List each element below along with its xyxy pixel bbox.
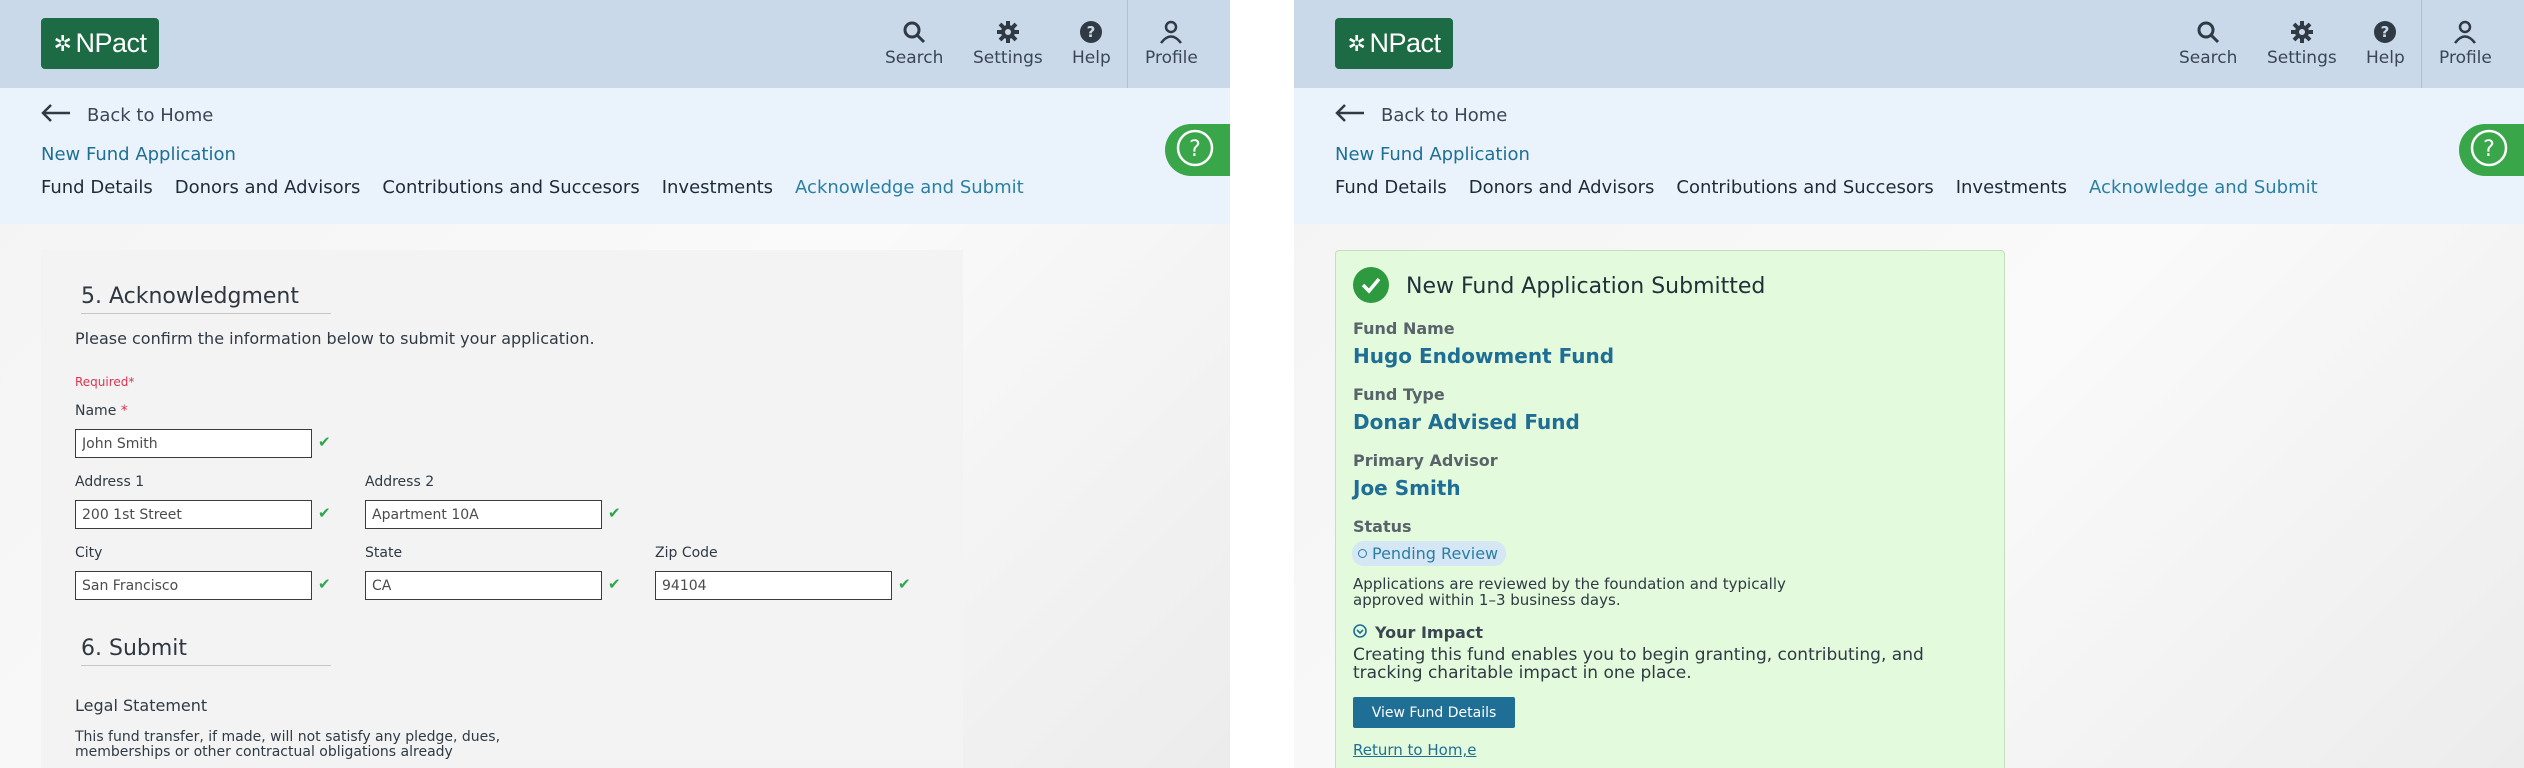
settings-button[interactable]: Settings: [973, 18, 1043, 70]
help-fab[interactable]: ?: [1165, 124, 1230, 176]
check-icon: ✔: [608, 575, 621, 593]
svg-text:?: ?: [2483, 137, 2495, 162]
impact-heading: Your Impact: [1353, 623, 1483, 642]
settings-button[interactable]: Settings: [2267, 18, 2337, 70]
search-button[interactable]: Search: [2179, 18, 2237, 70]
state-label: State: [365, 545, 403, 561]
tab-donors-and-advisors[interactable]: Donors and Advisors: [175, 177, 361, 198]
tab-contributions-and-successors[interactable]: Contributions and Succesors: [1676, 177, 1933, 198]
address2-label: Address 2: [365, 474, 435, 490]
back-to-home-link[interactable]: Back to Home: [41, 103, 213, 128]
nav-divider: [2421, 0, 2422, 88]
address2-field[interactable]: [365, 500, 602, 529]
name-field[interactable]: [75, 429, 312, 458]
instruction-text: Please confirm the information below to …: [75, 329, 595, 348]
help-button[interactable]: ? Help: [2366, 18, 2405, 70]
nav-divider: [1127, 0, 1128, 88]
impact-text: Creating this fund enables you to begin …: [1353, 645, 1924, 683]
zip-field[interactable]: [655, 571, 892, 600]
person-icon: [1159, 18, 1183, 46]
arrow-left-icon: [1335, 103, 1365, 128]
tab-donors-and-advisors[interactable]: Donors and Advisors: [1469, 177, 1655, 198]
zip-label: Zip Code: [655, 545, 718, 561]
name-label: Name *: [75, 403, 128, 419]
npact-logo[interactable]: ✲ NPact: [41, 18, 159, 69]
svg-text:?: ?: [1087, 23, 1096, 41]
submission-success-card: New Fund Application Submitted Fund Name…: [1335, 250, 2005, 768]
primary-advisor-value: Joe Smith: [1353, 476, 1461, 500]
top-bar: ✲ NPact Search Settings ? Help Profile: [1294, 0, 2524, 88]
address1-label: Address 1: [75, 474, 145, 490]
city-field[interactable]: [75, 571, 312, 600]
question-icon: ?: [1079, 18, 1103, 46]
required-note: Required*: [75, 375, 135, 389]
checkmark-circle-icon: [1353, 267, 1389, 303]
return-to-home-link[interactable]: Return to Hom,e: [1353, 741, 1476, 759]
tab-acknowledge-and-submit[interactable]: Acknowledge and Submit: [2089, 177, 2318, 198]
arrow-left-icon: [41, 103, 71, 128]
top-bar: ✲ NPact Search Settings ? Help Profile: [0, 0, 1230, 88]
page-title: New Fund Application: [1335, 144, 1530, 165]
address1-field[interactable]: [75, 500, 312, 529]
check-icon: ✔: [898, 575, 911, 593]
tab-fund-details[interactable]: Fund Details: [1335, 177, 1447, 198]
page-title: New Fund Application: [41, 144, 236, 165]
question-icon: ?: [2373, 18, 2397, 46]
submission-confirmation-screen: ✲ NPact Search Settings ? Help Profile B…: [1294, 0, 2524, 768]
help-fab[interactable]: ?: [2459, 124, 2524, 176]
fund-name-value: Hugo Endowment Fund: [1353, 344, 1615, 368]
legal-statement-text: This fund transfer, if made, will not sa…: [75, 729, 501, 760]
clock-icon: [1358, 549, 1367, 558]
status-label: Status: [1353, 517, 1412, 536]
check-icon: ✔: [318, 575, 331, 593]
section-divider: [81, 665, 331, 666]
fund-type-value: Donar Advised Fund: [1353, 410, 1580, 434]
gear-icon: [996, 18, 1020, 46]
fund-name-label: Fund Name: [1353, 319, 1455, 338]
legal-statement-title: Legal Statement: [75, 696, 208, 715]
npact-logo[interactable]: ✲ NPact: [1335, 18, 1453, 69]
leaf-icon: ✲: [53, 30, 72, 56]
view-fund-details-button[interactable]: View Fund Details: [1353, 697, 1515, 728]
check-icon: ✔: [318, 433, 331, 451]
profile-button[interactable]: Profile: [2439, 18, 2492, 70]
step-tabs: Fund Details Donors and Advisors Contrib…: [41, 177, 1024, 198]
back-to-home-link[interactable]: Back to Home: [1335, 103, 1507, 128]
leaf-icon: ✲: [1347, 30, 1366, 56]
required-star: *: [120, 403, 128, 419]
city-label: City: [75, 545, 103, 561]
primary-advisor-label: Primary Advisor: [1353, 451, 1498, 470]
section-divider: [81, 313, 331, 314]
question-circle-icon: ?: [2469, 128, 2509, 172]
section-acknowledgment-title: 5. Acknowledgment: [81, 284, 299, 309]
gear-icon: [2290, 18, 2314, 46]
success-title: New Fund Application Submitted: [1406, 274, 1766, 299]
check-icon: ✔: [318, 504, 331, 522]
tab-fund-details[interactable]: Fund Details: [41, 177, 153, 198]
impact-icon: [1353, 623, 1367, 642]
fund-type-label: Fund Type: [1353, 385, 1445, 404]
help-button[interactable]: ? Help: [1072, 18, 1111, 70]
search-button[interactable]: Search: [885, 18, 943, 70]
tab-investments[interactable]: Investments: [1956, 177, 2067, 198]
tab-contributions-and-successors[interactable]: Contributions and Succesors: [382, 177, 639, 198]
tab-acknowledge-and-submit[interactable]: Acknowledge and Submit: [795, 177, 1024, 198]
profile-button[interactable]: Profile: [1145, 18, 1198, 70]
search-icon: [902, 18, 926, 46]
state-field[interactable]: [365, 571, 602, 600]
search-icon: [2196, 18, 2220, 46]
review-note: Applications are reviewed by the foundat…: [1353, 575, 1786, 609]
acknowledgment-form: 5. Acknowledgment Please confirm the inf…: [41, 250, 963, 768]
person-icon: [2453, 18, 2477, 46]
check-icon: ✔: [608, 504, 621, 522]
svg-text:?: ?: [2381, 23, 2390, 41]
panel-gap: [1230, 0, 1294, 768]
tab-investments[interactable]: Investments: [662, 177, 773, 198]
status-badge: Pending Review: [1352, 541, 1507, 566]
section-submit-title: 6. Submit: [81, 636, 188, 661]
acknowledgment-screen: ✲ NPact Search Settings ? Help Profile B…: [0, 0, 1230, 768]
step-tabs: Fund Details Donors and Advisors Contrib…: [1335, 177, 2318, 198]
question-circle-icon: ?: [1175, 128, 1215, 172]
svg-text:?: ?: [1189, 137, 1201, 162]
